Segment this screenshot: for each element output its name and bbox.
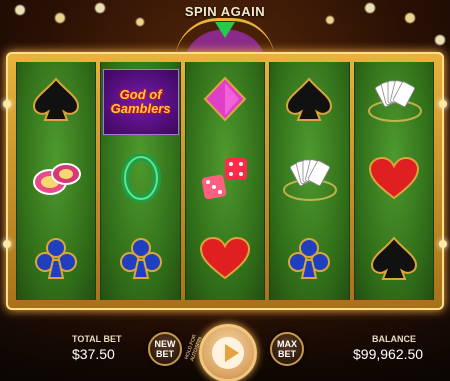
spade-icon <box>364 234 424 287</box>
spin-again-label: SPIN AGAIN <box>184 4 266 19</box>
club-icon <box>279 234 339 287</box>
reels-area: God of Gamblers <box>16 62 435 300</box>
chips-icon <box>26 154 86 207</box>
reel-cell <box>186 221 264 300</box>
reel-cell <box>101 221 179 300</box>
frame-light-icon <box>439 240 447 248</box>
reel-cell <box>355 62 433 141</box>
frame-light-icon <box>3 240 11 248</box>
cards-icon <box>364 75 424 128</box>
reel-cell <box>270 221 348 300</box>
heart-icon <box>364 154 424 207</box>
reel-cell <box>186 62 264 141</box>
spin-button[interactable]: HOLD FOR AUTOSPIN <box>184 324 257 381</box>
reel-2: God of Gamblers <box>100 62 181 300</box>
play-icon <box>225 344 239 362</box>
frame-light-icon <box>3 100 11 108</box>
heart-icon <box>195 234 255 287</box>
reel-cell <box>17 221 95 300</box>
max-bet-button[interactable]: MAX BET <box>270 332 304 366</box>
club-icon <box>111 234 171 287</box>
max-bet-label: MAX <box>277 339 297 349</box>
total-bet-value: $37.50 <box>72 346 115 362</box>
game-stage: SPIN AGAIN God of Gamblers TOTAL BET $37… <box>0 0 450 381</box>
reel-3 <box>184 62 266 300</box>
reel-cell <box>17 62 95 141</box>
reel-cell <box>270 141 348 220</box>
reel-1 <box>16 62 97 300</box>
reel-cell <box>270 62 348 141</box>
reel-cell <box>355 141 433 220</box>
new-bet-label: NEW <box>154 339 176 349</box>
spade-icon <box>26 75 86 128</box>
balance-label: BALANCE <box>372 334 416 344</box>
bangle-icon <box>111 153 171 207</box>
cards-icon <box>279 154 339 207</box>
logo-line-1: God of <box>119 86 162 102</box>
new-bet-label-2: BET <box>156 349 174 359</box>
new-bet-button[interactable]: NEW BET <box>148 332 182 366</box>
frame-light-icon <box>439 100 447 108</box>
total-bet-label: TOTAL BET <box>72 334 122 344</box>
reel-cell <box>186 141 264 220</box>
reel-cell <box>355 221 433 300</box>
balance-value: $99,962.50 <box>353 346 424 362</box>
reel-4 <box>269 62 350 300</box>
spade-icon <box>279 75 339 128</box>
reel-cell: God of Gamblers <box>101 62 179 141</box>
diamond-icon <box>195 75 255 128</box>
reel-cell <box>101 141 179 220</box>
reel-5 <box>353 62 435 300</box>
reel-cell <box>17 141 95 220</box>
max-bet-label-2: BET <box>278 349 296 359</box>
logo-line-2: Gamblers <box>110 100 171 116</box>
dice-icon <box>195 154 255 207</box>
club-icon <box>26 234 86 287</box>
god-of-gamblers-logo: God of Gamblers <box>102 68 179 135</box>
